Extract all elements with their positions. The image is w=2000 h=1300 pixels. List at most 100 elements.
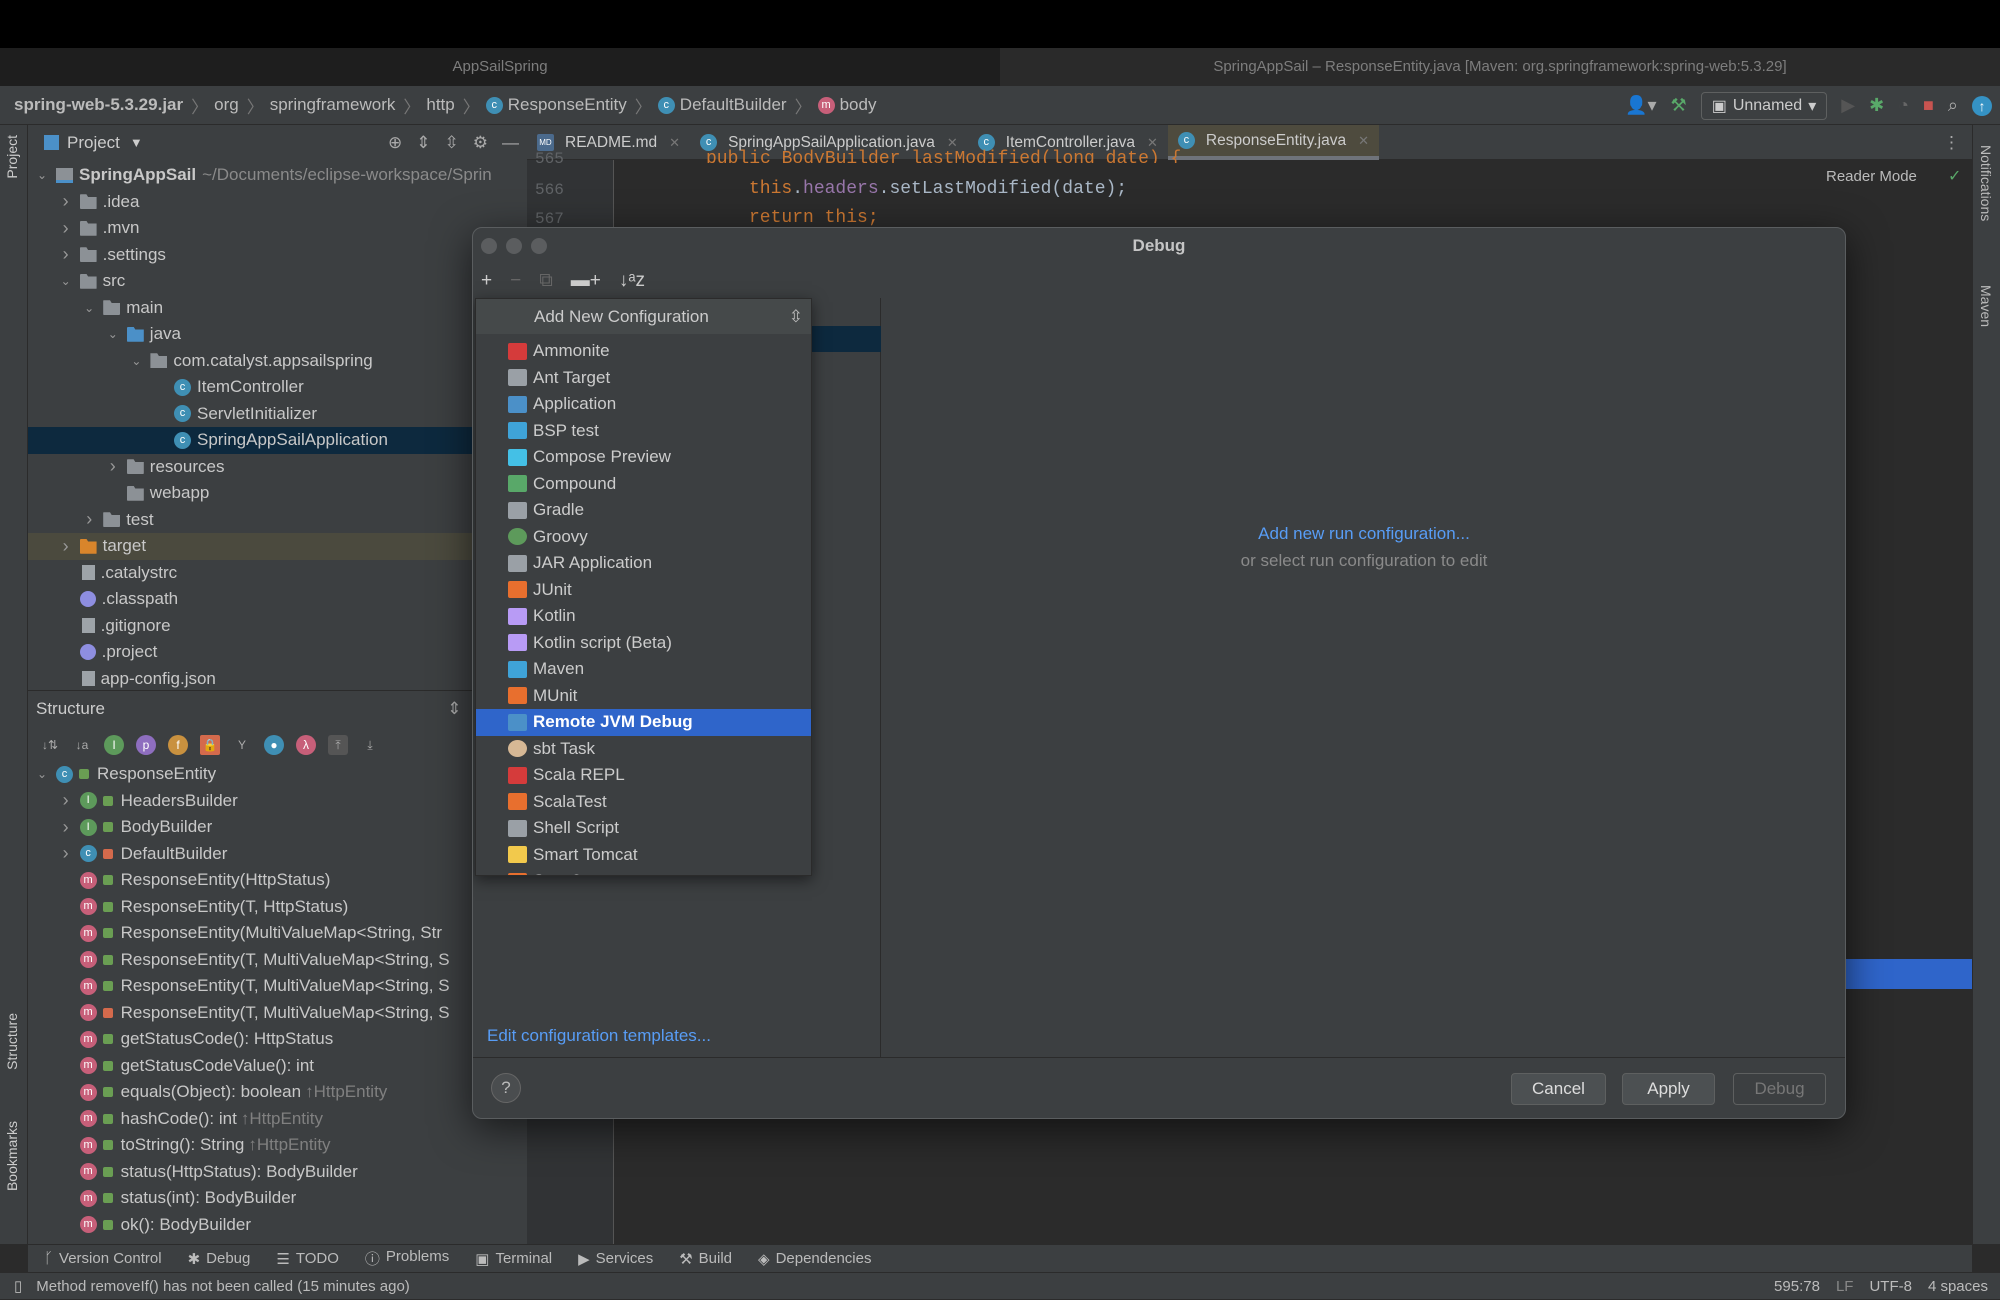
chevron-right-icon[interactable]: › — [58, 218, 74, 239]
tree-item[interactable]: m toString(): String ↑HttpEntity — [28, 1132, 527, 1159]
show-lambda-icon[interactable]: λ — [296, 735, 316, 755]
build-hammer-icon[interactable]: ⚒ — [1671, 95, 1687, 116]
config-type-item[interactable]: Ant Target — [476, 365, 811, 392]
config-type-item[interactable]: Gradle — [476, 497, 811, 524]
structure-tool-button[interactable]: Structure — [4, 1013, 20, 1070]
config-type-item[interactable]: Application — [476, 391, 811, 418]
window-tab-springappsail[interactable]: SpringAppSail – ResponseEntity.java [Mav… — [1000, 48, 2000, 86]
show-lambdas-icon[interactable]: Y — [232, 735, 252, 755]
tree-item[interactable]: webapp — [28, 480, 527, 507]
config-type-item[interactable]: Kotlin script (Beta) — [476, 630, 811, 657]
tool-window-services[interactable]: ▶ Services — [578, 1250, 653, 1268]
reader-mode-toggle[interactable]: Reader Mode — [1826, 168, 1917, 185]
config-type-item[interactable]: Ammonite — [476, 338, 811, 365]
tree-item[interactable]: › I BodyBuilder — [28, 814, 527, 841]
edit-configuration-templates-link[interactable]: Edit configuration templates... — [487, 1026, 711, 1046]
help-button[interactable]: ? — [491, 1073, 521, 1103]
config-type-item[interactable]: Kotlin — [476, 603, 811, 630]
tree-item[interactable]: m getStatusCodeValue(): int — [28, 1053, 527, 1080]
config-type-item[interactable]: Smart Tomcat — [476, 842, 811, 869]
autoscroll-to-source-icon[interactable]: ⤒ — [328, 735, 348, 755]
chevron-right-icon[interactable]: › — [105, 456, 121, 477]
show-inherited-icon[interactable]: I — [104, 735, 124, 755]
bookmarks-tool-button[interactable]: Bookmarks — [4, 1121, 20, 1191]
config-type-item[interactable]: JAR Application — [476, 550, 811, 577]
tree-item[interactable]: › test — [28, 507, 527, 534]
file-encoding[interactable]: UTF-8 — [1869, 1278, 1912, 1295]
config-type-item[interactable]: Compose Preview — [476, 444, 811, 471]
tree-item[interactable]: m ResponseEntity(HttpStatus) — [28, 867, 527, 894]
search-icon[interactable]: ⌕ — [1948, 95, 1958, 116]
collapse-icon[interactable]: ⇳ — [789, 299, 803, 334]
chevron-right-icon[interactable]: › — [81, 509, 97, 530]
config-type-item[interactable]: Maven — [476, 656, 811, 683]
tree-item[interactable]: .project — [28, 639, 527, 666]
panel-toggle-icon[interactable]: ▯ — [14, 1277, 22, 1295]
chevron-down-icon[interactable]: ⌄ — [34, 168, 50, 182]
tool-window-problems[interactable]: ⓘ Problems — [365, 1248, 449, 1269]
tool-window-debug[interactable]: ✱ Debug — [188, 1250, 251, 1268]
breadcrumb-item[interactable]: http 〉 — [426, 93, 479, 118]
minimize-window-button[interactable] — [506, 238, 522, 254]
window-tab-appsailspring[interactable]: AppSailSpring — [0, 48, 1000, 86]
config-type-item[interactable]: MUnit — [476, 683, 811, 710]
indent-setting[interactable]: 4 spaces — [1928, 1278, 1988, 1295]
tree-item[interactable]: ⌄ SpringAppSail ~/Documents/eclipse-worksp… — [28, 162, 527, 189]
close-tab-icon[interactable]: ✕ — [669, 135, 680, 151]
tree-item[interactable]: › .mvn — [28, 215, 527, 242]
run-config-selector[interactable]: ▣ Unnamed ▾ — [1700, 91, 1828, 120]
config-type-item[interactable]: Scala REPL — [476, 762, 811, 789]
editor-tab[interactable]: c ResponseEntity.java ✕ — [1167, 125, 1379, 160]
config-type-item[interactable]: Shell Script — [476, 815, 811, 842]
chevron-down-icon[interactable]: ⌄ — [128, 354, 144, 368]
chevron-right-icon[interactable]: › — [58, 790, 74, 811]
chevron-down-icon[interactable]: ⌄ — [58, 274, 74, 288]
tree-item[interactable]: m ResponseEntity(MultiValueMap<String, St… — [28, 920, 527, 947]
chevron-right-icon[interactable]: › — [58, 843, 74, 864]
tree-item[interactable]: › .idea — [28, 189, 527, 216]
breadcrumb-item[interactable]: spring-web-5.3.29.jar 〉 — [14, 93, 208, 118]
tree-item[interactable]: › I HeadersBuilder — [28, 788, 527, 815]
show-fields-icon[interactable]: f — [168, 735, 188, 755]
tree-item[interactable]: m status(HttpStatus): BodyBuilder — [28, 1159, 527, 1186]
tree-item[interactable]: m hashCode(): int ↑HttpEntity — [28, 1106, 527, 1133]
locate-icon[interactable]: ⊕ — [388, 133, 402, 153]
tree-item[interactable]: ⌄ c ResponseEntity — [28, 761, 527, 788]
config-type-item[interactable]: Groovy — [476, 524, 811, 551]
breadcrumb-item[interactable]: springframework 〉 — [270, 93, 421, 118]
breadcrumb-item[interactable]: c DefaultBuilder 〉 — [657, 93, 812, 118]
config-type-item[interactable]: BSP test — [476, 418, 811, 445]
tree-item[interactable]: › target — [28, 533, 527, 560]
tree-item[interactable]: › c DefaultBuilder — [28, 841, 527, 868]
tree-item[interactable]: app-config.json — [28, 666, 527, 693]
tool-window-dependencies[interactable]: ◈ Dependencies — [758, 1250, 871, 1268]
autoscroll-from-source-icon[interactable]: ⤓ — [360, 735, 380, 755]
attach-icon[interactable]: ◔ — [1898, 95, 1909, 116]
tree-item[interactable]: m equals(Object): boolean ↑HttpEntity — [28, 1079, 527, 1106]
expand-all-icon[interactable]: ⇕ — [416, 133, 430, 153]
cancel-button[interactable]: Cancel — [1511, 1073, 1606, 1105]
chevron-right-icon[interactable]: › — [58, 536, 74, 557]
copy-icon[interactable]: ⧉ — [539, 270, 553, 292]
chevron-down-icon[interactable]: ⌄ — [105, 327, 121, 341]
tree-item[interactable]: c ServletInitializer — [28, 401, 527, 428]
tree-item[interactable]: m ResponseEntity(T, MultiValueMap<String,… — [28, 973, 527, 1000]
config-type-item[interactable]: ScalaTest — [476, 789, 811, 816]
run-icon[interactable]: ▶ — [1841, 95, 1855, 116]
close-window-button[interactable] — [481, 238, 497, 254]
tool-window-version-control[interactable]: ᚴ Version Control — [44, 1250, 162, 1267]
gear-icon[interactable]: ⚙ — [473, 133, 488, 153]
config-type-item[interactable]: Remote JVM Debug — [476, 709, 811, 736]
chevron-right-icon[interactable]: › — [58, 191, 74, 212]
tree-item[interactable]: › resources — [28, 454, 527, 481]
close-tab-icon[interactable]: ✕ — [1358, 133, 1369, 149]
tree-item[interactable]: ⌄ java — [28, 321, 527, 348]
chevron-right-icon[interactable]: › — [58, 817, 74, 838]
show-anonymous-icon[interactable]: ● — [264, 735, 284, 755]
tree-item[interactable]: .classpath — [28, 586, 527, 613]
tree-item[interactable]: ⌄ main — [28, 295, 527, 322]
breadcrumb-item[interactable]: m body — [817, 93, 876, 118]
zoom-window-button[interactable] — [531, 238, 547, 254]
status-message[interactable]: Method removeIf() has not been called (1… — [36, 1278, 410, 1295]
sort-alpha-icon[interactable]: ↓a — [72, 735, 92, 755]
